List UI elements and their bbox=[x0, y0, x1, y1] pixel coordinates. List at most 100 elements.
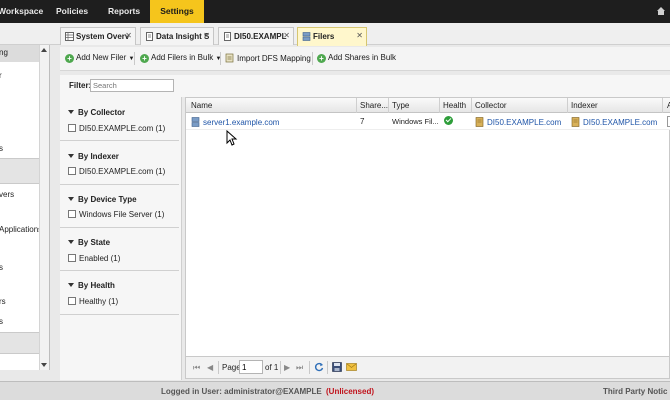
close-icon[interactable]: ✕ bbox=[125, 31, 132, 40]
scroll-down-icon[interactable] bbox=[40, 362, 48, 368]
checkbox[interactable] bbox=[68, 210, 76, 218]
page-count: of 1 bbox=[265, 363, 279, 372]
server-icon bbox=[302, 32, 311, 41]
facet-option[interactable]: Healthy (1) bbox=[68, 297, 118, 306]
facet-header[interactable]: By Device Type bbox=[68, 195, 137, 204]
license-status: (Unlicensed) bbox=[326, 387, 375, 396]
nav-tab-reports[interactable]: Reports bbox=[108, 0, 144, 23]
column-divider[interactable] bbox=[471, 98, 472, 113]
sidebar-item-5[interactable]: s bbox=[0, 263, 3, 272]
facet-by-health: By Health Healthy (1) bbox=[60, 271, 179, 315]
tab-di50-example[interactable]: DI50.EXAMPL ✕ bbox=[218, 27, 294, 45]
facet-header[interactable]: By State bbox=[68, 238, 110, 247]
column-header-health[interactable]: Health bbox=[443, 101, 466, 110]
tab-label: Filers bbox=[313, 32, 335, 41]
home-icon[interactable] bbox=[656, 6, 666, 16]
checkbox[interactable] bbox=[68, 124, 76, 132]
third-party-notices-link[interactable]: Third Party Notic bbox=[603, 387, 667, 396]
sidebar-scrollbar[interactable] bbox=[39, 45, 49, 370]
collector-cell[interactable]: DI50.EXAMPLE.com bbox=[475, 117, 561, 127]
column-header-indexer[interactable]: Indexer bbox=[571, 101, 598, 110]
tab-system-overview[interactable]: System Overv ✕ bbox=[60, 27, 136, 45]
facet-panel: By Collector DI50.EXAMPLE.com (1) By Ind… bbox=[60, 97, 182, 380]
facet-option[interactable]: Enabled (1) bbox=[68, 254, 120, 263]
add-shares-in-bulk-button[interactable]: + Add Shares in Bulk bbox=[317, 53, 396, 63]
facet-option-label: Healthy (1) bbox=[79, 297, 119, 306]
sidebar-item-2[interactable]: s bbox=[0, 144, 3, 153]
toolbar-divider bbox=[220, 52, 221, 65]
indexer-name: DI50.EXAMPLE.com bbox=[583, 118, 658, 127]
table-row[interactable]: server1.example.com 7 Windows Fil... DI5… bbox=[186, 113, 670, 130]
import-icon bbox=[225, 53, 234, 63]
nav-tab-workspace[interactable]: Workspace bbox=[0, 0, 43, 23]
facet-option-label: DI50.EXAMPLE.com (1) bbox=[79, 124, 166, 133]
email-icon[interactable] bbox=[346, 362, 357, 372]
add-new-filer-label: Add New Filer bbox=[76, 53, 127, 62]
search-input[interactable] bbox=[90, 79, 174, 92]
facet-title: By Device Type bbox=[78, 195, 137, 204]
type-cell: Windows Fil... bbox=[392, 117, 439, 126]
facet-header[interactable]: By Collector bbox=[68, 108, 125, 117]
close-icon[interactable]: ✕ bbox=[283, 31, 290, 40]
sidebar-item-general[interactable]: ng bbox=[0, 48, 8, 57]
server-icon bbox=[191, 117, 200, 127]
column-header-collector[interactable]: Collector bbox=[475, 101, 507, 110]
facet-option[interactable]: DI50.EXAMPLE.com (1) bbox=[68, 124, 165, 133]
facet-by-indexer: By Indexer DI50.EXAMPLE.com (1) bbox=[60, 141, 179, 185]
facet-option[interactable]: DI50.EXAMPLE.com (1) bbox=[68, 167, 165, 176]
sidebar-item-servers[interactable]: vers bbox=[0, 190, 14, 199]
first-page-icon[interactable]: ⏮ bbox=[193, 363, 200, 373]
scroll-up-icon[interactable] bbox=[40, 47, 48, 53]
checkbox[interactable] bbox=[68, 297, 76, 305]
facet-option-label: Enabled (1) bbox=[79, 254, 121, 263]
next-page-icon[interactable]: ▶ bbox=[284, 363, 290, 372]
pager-divider bbox=[327, 361, 328, 374]
nav-tab-settings[interactable]: Settings bbox=[150, 0, 204, 23]
column-header-name[interactable]: Name bbox=[191, 101, 212, 110]
last-page-icon[interactable]: ⏭ bbox=[296, 363, 303, 373]
add-filers-in-bulk-button[interactable]: + Add Filers in Bulk ▼ bbox=[140, 53, 221, 63]
add-shares-in-bulk-label: Add Shares in Bulk bbox=[328, 53, 397, 62]
checkbox[interactable] bbox=[68, 167, 76, 175]
facet-by-state: By State Enabled (1) bbox=[60, 228, 179, 271]
column-divider[interactable] bbox=[388, 98, 389, 113]
tab-data-insight-servers[interactable]: Data Insight S ✕ bbox=[140, 27, 214, 45]
close-icon[interactable]: ✕ bbox=[203, 31, 210, 40]
column-divider[interactable] bbox=[567, 98, 568, 113]
refresh-icon[interactable] bbox=[314, 362, 324, 372]
server-node-icon bbox=[571, 117, 580, 127]
tab-filers[interactable]: Filers ✕ bbox=[297, 27, 367, 46]
facet-option-label: Windows File Server (1) bbox=[79, 210, 165, 219]
sidebar-item-applications[interactable]: Applications bbox=[0, 225, 42, 234]
nav-tab-policies[interactable]: Policies bbox=[56, 0, 96, 23]
filer-name-cell[interactable]: server1.example.com bbox=[191, 117, 279, 127]
toolbar-divider bbox=[134, 52, 135, 65]
column-divider[interactable] bbox=[439, 98, 440, 113]
mouse-cursor-icon bbox=[226, 130, 238, 146]
column-divider[interactable] bbox=[356, 98, 357, 113]
sidebar-item-1[interactable]: r bbox=[0, 71, 2, 80]
page-number-input[interactable] bbox=[239, 360, 263, 374]
facet-header[interactable]: By Health bbox=[68, 281, 115, 290]
facet-header[interactable]: By Indexer bbox=[68, 152, 119, 161]
facet-by-device-type: By Device Type Windows File Server (1) bbox=[60, 185, 179, 228]
column-header-type[interactable]: Type bbox=[392, 101, 409, 110]
collapse-icon bbox=[68, 240, 74, 244]
close-icon[interactable]: ✕ bbox=[356, 31, 363, 40]
facet-title: By Health bbox=[78, 281, 115, 290]
prev-page-icon[interactable]: ◀ bbox=[207, 363, 213, 372]
sidebar-item-6[interactable]: rs bbox=[0, 297, 6, 306]
table-header: Name Share... Type Health Collector Inde… bbox=[186, 98, 670, 113]
column-divider[interactable] bbox=[662, 98, 663, 113]
indexer-cell[interactable]: DI50.EXAMPLE.com bbox=[571, 117, 657, 127]
add-icon: + bbox=[140, 54, 149, 63]
checkbox[interactable] bbox=[68, 254, 76, 262]
facet-title: By State bbox=[78, 238, 111, 247]
save-icon[interactable] bbox=[332, 362, 342, 372]
facet-option[interactable]: Windows File Server (1) bbox=[68, 210, 164, 219]
add-new-filer-button[interactable]: + Add New Filer ▼ bbox=[65, 53, 134, 63]
import-dfs-mapping-button[interactable]: Import DFS Mapping bbox=[225, 53, 311, 63]
column-header-shares[interactable]: Share... bbox=[360, 101, 388, 110]
collector-name: DI50.EXAMPLE.com bbox=[487, 118, 562, 127]
sidebar-item-7[interactable]: s bbox=[0, 317, 3, 326]
